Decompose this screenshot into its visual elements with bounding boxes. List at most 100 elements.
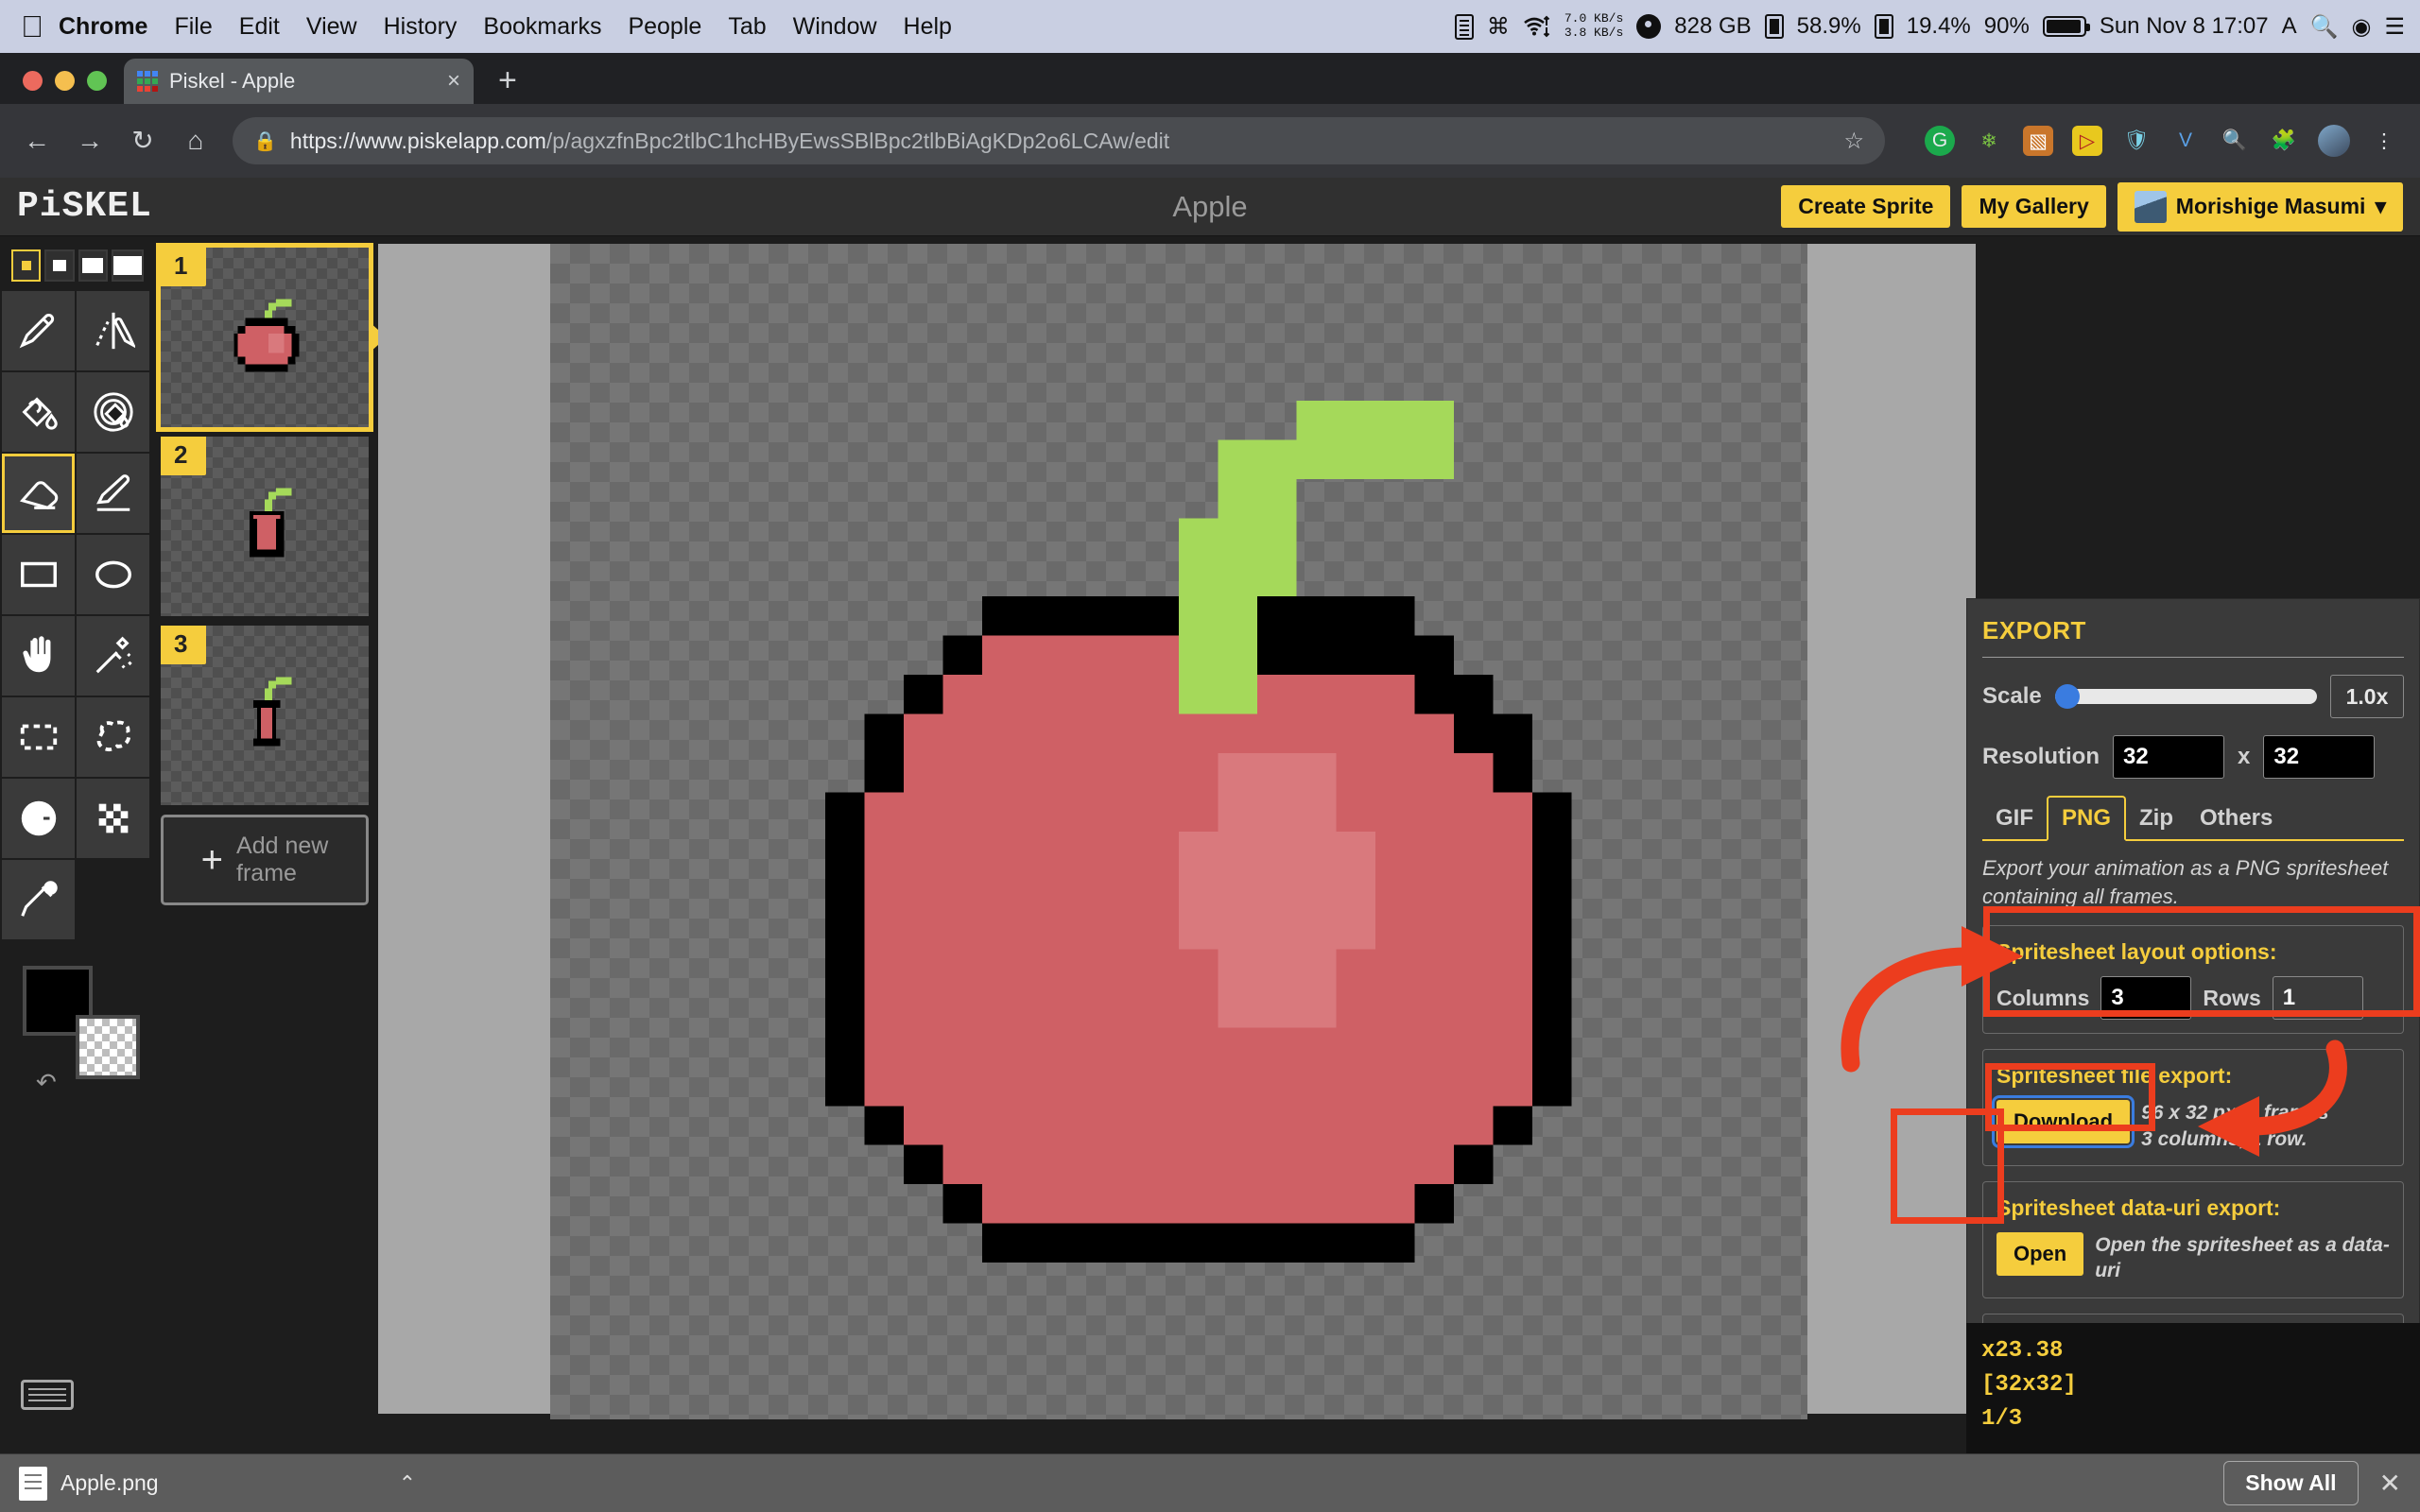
keyboard-shortcuts-icon[interactable] [21,1380,74,1410]
rectangle-select-tool[interactable] [2,697,75,777]
menu-item-history[interactable]: History [384,13,458,41]
control-center-icon[interactable]: ◉ [2352,13,2372,41]
drawing-canvas[interactable] [550,244,1807,1419]
lasso-select-tool[interactable] [77,697,149,777]
tab-png[interactable]: PNG [2047,796,2127,841]
chevron-up-icon[interactable]: ⌃ [399,1471,416,1496]
profile-avatar[interactable] [2318,125,2350,157]
pen-size-4[interactable] [111,249,144,282]
grammarly-extension-icon[interactable]: G [1925,126,1955,156]
new-tab-button[interactable]: + [498,64,517,96]
colorzilla-extension-icon[interactable]: ❄ [1974,126,2004,156]
circle-tool[interactable] [77,535,149,614]
scale-slider-knob[interactable] [2054,684,2080,709]
spotlight-search-icon[interactable]: 🔍 [2310,13,2339,41]
menubar-clock[interactable]: Sun Nov 8 17:07 [2100,13,2269,40]
dithering-tool[interactable] [77,779,149,858]
tab-others[interactable]: Others [2187,798,2286,839]
vertical-mirror-pen-tool[interactable] [77,291,149,370]
columns-label: Columns [1996,985,2090,1010]
apple-icon[interactable]:  [21,11,43,42]
browser-tab-piskel[interactable]: Piskel - Apple × [124,59,474,104]
pen-size-3[interactable] [78,249,108,282]
close-downloads-bar-icon[interactable]: ✕ [2379,1468,2401,1499]
scale-slider[interactable] [2054,684,2317,709]
menu-item-bookmarks[interactable]: Bookmarks [483,13,601,41]
menu-item-window[interactable]: Window [793,13,877,41]
notification-center-icon[interactable]: ☰ [2384,13,2405,41]
frame-thumbnail-2[interactable]: 2 [161,437,369,616]
stroke-tool[interactable] [77,454,149,533]
paint-all-similar-tool[interactable] [77,372,149,452]
menu-item-help[interactable]: Help [904,13,952,41]
tab-gif[interactable]: GIF [1982,798,2047,839]
address-bar[interactable]: 🔒 https://www.piskelapp.com/p/agxzfnBpc2… [233,117,1885,164]
close-icon[interactable]: × [447,70,460,93]
menu-item-tab[interactable]: Tab [728,13,766,41]
tab-title: Piskel - Apple [169,69,296,93]
menu-item-file[interactable]: File [174,13,212,41]
resolution-height-input[interactable] [2263,735,2376,779]
clipboard-icon[interactable] [1454,13,1474,40]
menu-item-edit[interactable]: Edit [239,13,280,41]
battery-percent: 90% [1983,13,2030,39]
menu-item-view[interactable]: View [306,13,357,41]
command-key-icon[interactable]: ⌘ [1487,13,1510,41]
back-icon[interactable]: ← [21,128,53,154]
screenshot-extension-icon[interactable]: ▧ [2023,126,2053,156]
eraser-tool[interactable] [2,454,75,533]
shield-extension-icon[interactable]: 🛡 [2121,126,2152,156]
menu-item-chrome[interactable]: Chrome [59,13,147,41]
vimeo-extension-icon[interactable]: V [2170,126,2201,156]
wifi-icon[interactable] [1523,15,1551,38]
lighten-tool[interactable] [2,779,75,858]
home-icon[interactable]: ⌂ [180,128,212,154]
forward-icon[interactable]: → [74,128,106,154]
resolution-width-input[interactable] [2113,735,2224,779]
maximize-window-button[interactable] [87,71,107,91]
frame-artwork [161,626,369,805]
bookmark-star-icon[interactable]: ☆ [1843,128,1864,155]
magic-wand-tool[interactable] [77,616,149,696]
menu-item-people[interactable]: People [628,13,701,41]
puzzle-extensions-icon[interactable]: 🧩 [2269,126,2299,156]
yandex-extension-icon[interactable]: ▷ [2072,126,2102,156]
pen-size-1[interactable] [11,249,42,282]
avatar [2134,190,2167,223]
search-extension-icon[interactable]: 🔍 [2220,126,2250,156]
download-item[interactable]: Apple.png ⌃ [19,1466,416,1501]
input-source-icon[interactable]: A [2282,13,2297,40]
swap-colors-icon[interactable]: ↶ [36,1068,57,1097]
spritesheet-datauri-section: Spritesheet data-uri export: Open Open t… [1982,1180,2404,1298]
piskel-logo[interactable]: PiSKEL [17,186,152,227]
add-new-frame-button[interactable]: + Add new frame [161,815,369,905]
pen-size-2[interactable] [44,249,75,282]
my-gallery-button[interactable]: My Gallery [1962,185,2106,228]
user-menu-button[interactable]: Morishige Masumi ▾ [2117,181,2403,232]
export-format-tabs: GIF PNG Zip Others [1982,796,2404,841]
scale-row: Scale 1.0x [1982,675,2404,718]
spritesheet-open-button[interactable]: Open [1996,1231,2084,1276]
pen-tool[interactable] [2,291,75,370]
reload-icon[interactable]: ↻ [127,128,159,154]
chrome-menu-icon[interactable]: ⋮ [2369,126,2399,156]
url-path: /p/agxzfnBpc2tlbC1hcHByEwsSBlBpc2tlbBiAg… [545,128,1170,153]
rows-input[interactable] [2272,976,2363,1021]
columns-input[interactable] [2100,976,2192,1021]
minimize-window-button[interactable] [55,71,75,91]
move-tool[interactable] [2,616,75,696]
frame-thumbnail-1[interactable]: 1 [156,243,387,432]
spritesheet-download-button[interactable]: Download [1991,1095,2135,1149]
harddisk-icon [1636,14,1662,39]
tab-zip[interactable]: Zip [2126,798,2187,839]
color-picker-tool[interactable] [2,860,75,939]
create-sprite-button[interactable]: Create Sprite [1781,185,1951,228]
close-window-button[interactable] [23,71,43,91]
paint-bucket-tool[interactable] [2,372,75,452]
show-all-downloads-button[interactable]: Show All [2223,1461,2359,1505]
frame-thumbnail-3[interactable]: 3 [161,626,369,805]
secondary-color-swatch[interactable] [76,1015,140,1079]
rectangle-tool[interactable] [2,535,75,614]
cpu-chip-icon [1764,14,1784,39]
spritesheet-datauri-title: Spritesheet data-uri export: [1996,1194,2281,1220]
